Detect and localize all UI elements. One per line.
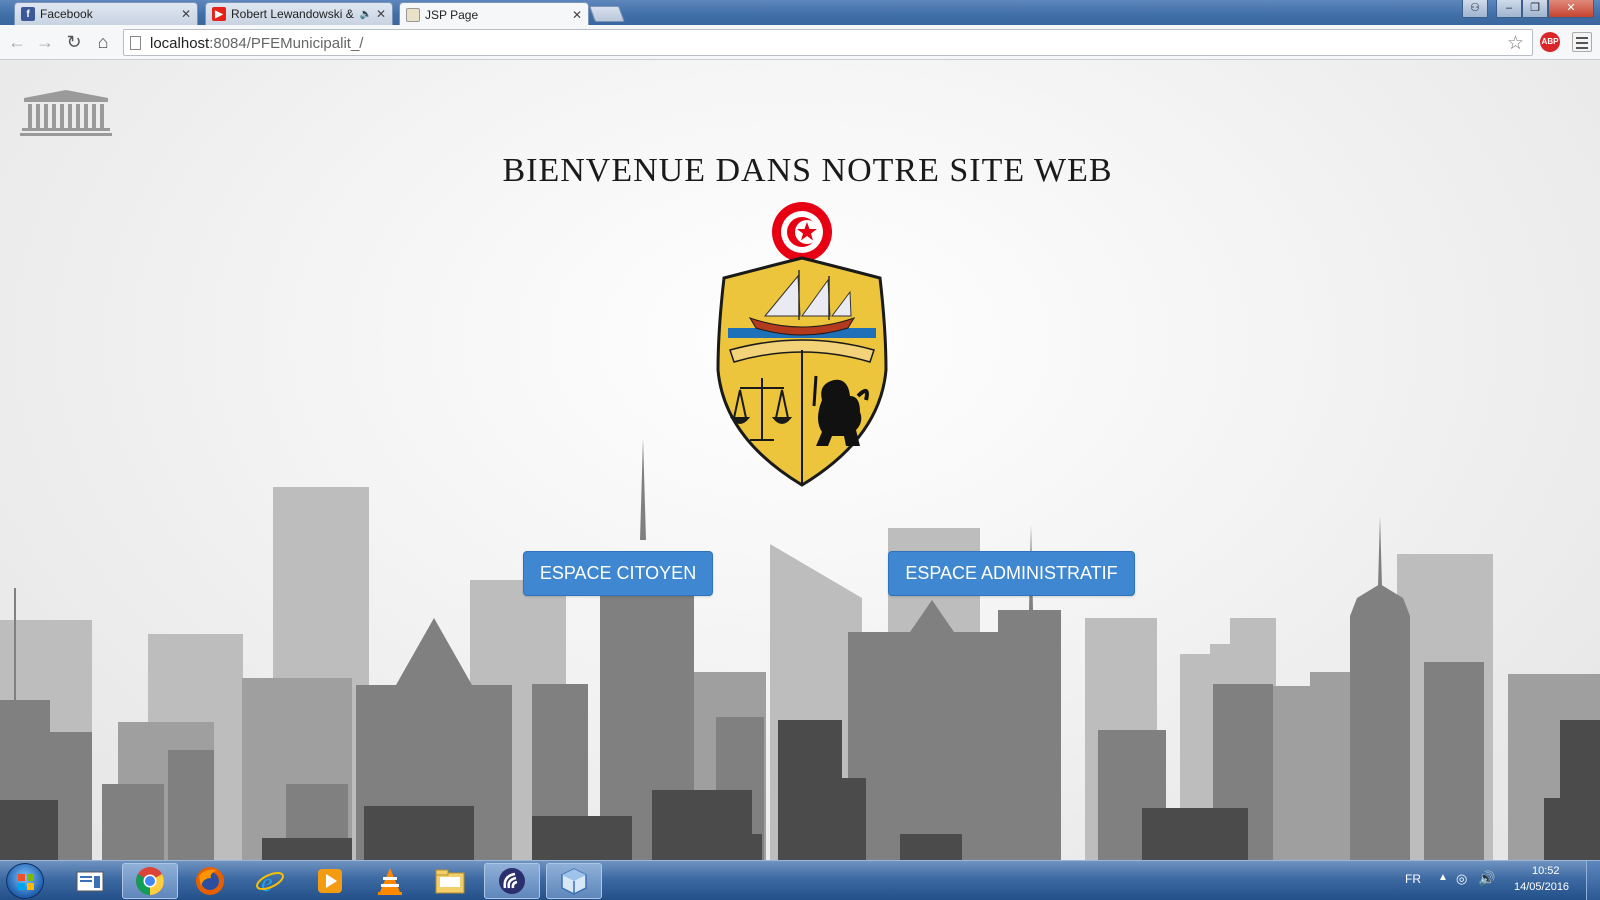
tab-facebook[interactable]: f Facebook ✕ bbox=[14, 2, 198, 25]
network-icon[interactable]: ◎ bbox=[1456, 871, 1467, 887]
show-hidden-icons-icon[interactable]: ▲ bbox=[1438, 872, 1448, 883]
clock-date[interactable]: 14/05/2016 bbox=[1514, 881, 1569, 893]
coat-of-arms-icon bbox=[716, 202, 888, 487]
youtube-icon: ▶ bbox=[212, 7, 226, 21]
tab-youtube[interactable]: ▶ Robert Lewandowski & 🔈 ✕ bbox=[205, 2, 393, 25]
tab-title: JSP Page bbox=[425, 7, 479, 22]
start-button[interactable] bbox=[6, 863, 44, 899]
firefox-icon[interactable] bbox=[182, 863, 238, 899]
vlc-icon[interactable] bbox=[362, 863, 418, 899]
facebook-icon: f bbox=[21, 7, 35, 21]
adblock-plus-icon[interactable]: ABP bbox=[1540, 32, 1560, 52]
user-profile-button[interactable]: ⚇ bbox=[1462, 0, 1488, 18]
close-tab-icon[interactable]: ✕ bbox=[572, 8, 582, 22]
audio-playing-icon[interactable]: 🔈 bbox=[359, 9, 371, 20]
close-tab-icon[interactable]: ✕ bbox=[181, 7, 191, 21]
bookmark-star-icon[interactable]: ☆ bbox=[1507, 32, 1524, 55]
forward-button[interactable]: → bbox=[34, 31, 56, 53]
page-icon bbox=[406, 7, 420, 22]
page-viewport: BIENVENUE DANS NOTRE SITE WEB ESPACE CIT… bbox=[0, 60, 1600, 860]
reload-button[interactable]: ↻ bbox=[63, 31, 85, 53]
app-icon[interactable] bbox=[484, 863, 540, 899]
browser-title-bar: f Facebook ✕ ▶ Robert Lewandowski & 🔈 ✕ … bbox=[0, 0, 1600, 26]
espace-administratif-button[interactable]: ESPACE ADMINISTRATIF bbox=[888, 551, 1135, 596]
windows-logo-icon bbox=[18, 874, 34, 890]
tab-title: Robert Lewandowski & bbox=[231, 7, 354, 21]
minimize-button[interactable]: – bbox=[1496, 0, 1522, 18]
page-title: BIENVENUE DANS NOTRE SITE WEB bbox=[502, 152, 1113, 189]
chrome-menu-button[interactable] bbox=[1572, 32, 1592, 52]
show-desktop-button[interactable] bbox=[1586, 861, 1600, 900]
svg-text:e: e bbox=[261, 868, 273, 896]
tab-title: Facebook bbox=[40, 7, 93, 21]
close-tab-icon[interactable]: ✕ bbox=[376, 7, 386, 21]
chrome-icon[interactable] bbox=[122, 863, 178, 899]
url-text[interactable]: localhost:8084/PFEMunicipalit_/ bbox=[150, 35, 363, 52]
clock-time[interactable]: 10:52 bbox=[1532, 865, 1560, 877]
back-button[interactable]: ← bbox=[6, 31, 28, 53]
new-tab-button[interactable] bbox=[589, 6, 625, 22]
browser-toolbar: ← → ↻ ⌂ localhost:8084/PFEMunicipalit_/ … bbox=[0, 25, 1600, 60]
address-bar[interactable]: localhost:8084/PFEMunicipalit_/ ☆ bbox=[123, 29, 1533, 56]
home-button[interactable]: ⌂ bbox=[92, 31, 114, 53]
ie-icon[interactable]: e bbox=[242, 863, 298, 899]
virtualbox-icon[interactable] bbox=[546, 863, 602, 899]
file-manager-icon[interactable] bbox=[422, 863, 478, 899]
espace-citoyen-button[interactable]: ESPACE CITOYEN bbox=[523, 551, 713, 596]
language-indicator[interactable]: FR bbox=[1405, 872, 1421, 886]
media-player-icon[interactable] bbox=[302, 863, 358, 899]
windows-taskbar: e FR ▲ ◎ 🔊 10:52 14/05/2016 bbox=[0, 860, 1600, 900]
close-window-button[interactable]: ✕ bbox=[1548, 0, 1594, 18]
tab-jsp-page[interactable]: JSP Page ✕ bbox=[399, 2, 589, 26]
volume-icon[interactable]: 🔊 bbox=[1478, 870, 1495, 887]
page-info-icon[interactable] bbox=[130, 36, 141, 50]
restore-button[interactable]: ❐ bbox=[1522, 0, 1548, 18]
municipality-logo-icon[interactable] bbox=[20, 88, 112, 136]
windows-explorer-icon[interactable] bbox=[62, 863, 118, 899]
